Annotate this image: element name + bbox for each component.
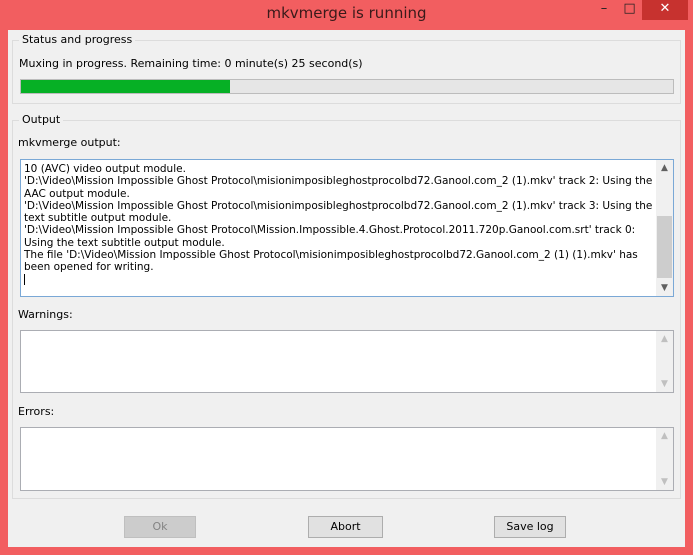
progress-bar [20, 79, 674, 94]
ok-button[interactable]: Ok [124, 516, 196, 538]
errors-label: Errors: [18, 405, 55, 418]
abort-button[interactable]: Abort [308, 516, 383, 538]
title-bar[interactable]: mkvmerge is running – □ ✕ [0, 0, 693, 28]
progress-bar-fill [21, 80, 230, 93]
output-group: Output mkvmerge output: 10 (AVC) video o… [12, 113, 681, 499]
minimize-button[interactable]: – [592, 0, 616, 20]
warnings-label: Warnings: [18, 308, 73, 321]
scroll-down-icon[interactable]: ▼ [656, 474, 673, 490]
scroll-thumb[interactable] [657, 216, 672, 278]
errors-scrollbar[interactable]: ▲ ▼ [656, 428, 673, 490]
warnings-textbox[interactable]: ▲ ▼ [20, 330, 674, 393]
close-button[interactable]: ✕ [642, 0, 688, 20]
text-caret [24, 274, 25, 286]
dialog-client-area: Status and progress Muxing in progress. … [8, 30, 685, 547]
scroll-down-icon[interactable]: ▼ [656, 376, 673, 392]
mkvmerge-output-scrollbar[interactable]: ▲ ▼ [656, 160, 673, 296]
maximize-button[interactable]: □ [617, 0, 642, 20]
output-group-title: Output [19, 113, 64, 126]
mkvmerge-progress-window: mkvmerge is running – □ ✕ Status and pro… [0, 0, 693, 555]
scroll-up-icon[interactable]: ▲ [656, 428, 673, 444]
scroll-down-icon[interactable]: ▼ [656, 280, 673, 296]
scroll-up-icon[interactable]: ▲ [656, 160, 673, 176]
errors-textbox[interactable]: ▲ ▼ [20, 427, 674, 491]
status-progress-group: Status and progress Muxing in progress. … [12, 33, 681, 104]
status-message: Muxing in progress. Remaining time: 0 mi… [19, 57, 363, 70]
scroll-up-icon[interactable]: ▲ [656, 331, 673, 347]
window-title: mkvmerge is running [266, 4, 427, 22]
save-log-button[interactable]: Save log [494, 516, 566, 538]
warnings-scrollbar[interactable]: ▲ ▼ [656, 331, 673, 392]
mkvmerge-output-textbox[interactable]: 10 (AVC) video output module. 'D:\Video\… [20, 159, 674, 297]
mkvmerge-output-label: mkvmerge output: [18, 136, 121, 149]
mkvmerge-output-text: 10 (AVC) video output module. 'D:\Video\… [24, 163, 655, 286]
status-group-title: Status and progress [19, 33, 136, 46]
